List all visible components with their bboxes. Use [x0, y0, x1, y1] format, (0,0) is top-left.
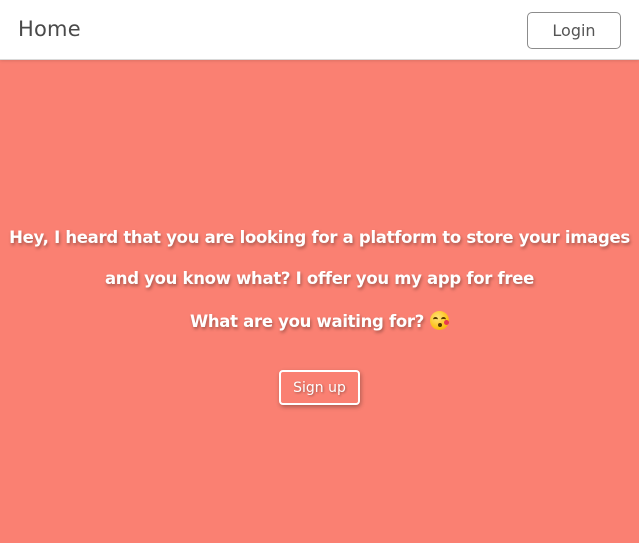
hero-text-line-2: and you know what? I offer you my app fo… — [104, 269, 535, 288]
hero-text-line-1: Hey, I heard that you are looking for a … — [9, 228, 630, 247]
kissing-face-icon — [430, 311, 450, 330]
hero-question: What are you waiting for? — [189, 312, 425, 331]
signup-button[interactable]: Sign up — [279, 370, 360, 405]
hero-text-line-3: What are you waiting for? — [0, 311, 639, 331]
top-navbar: Home Login — [0, 0, 639, 60]
login-button[interactable]: Login — [527, 12, 621, 49]
hero-section: Hey, I heard that you are looking for a … — [0, 60, 639, 543]
home-link[interactable]: Home — [18, 17, 81, 41]
